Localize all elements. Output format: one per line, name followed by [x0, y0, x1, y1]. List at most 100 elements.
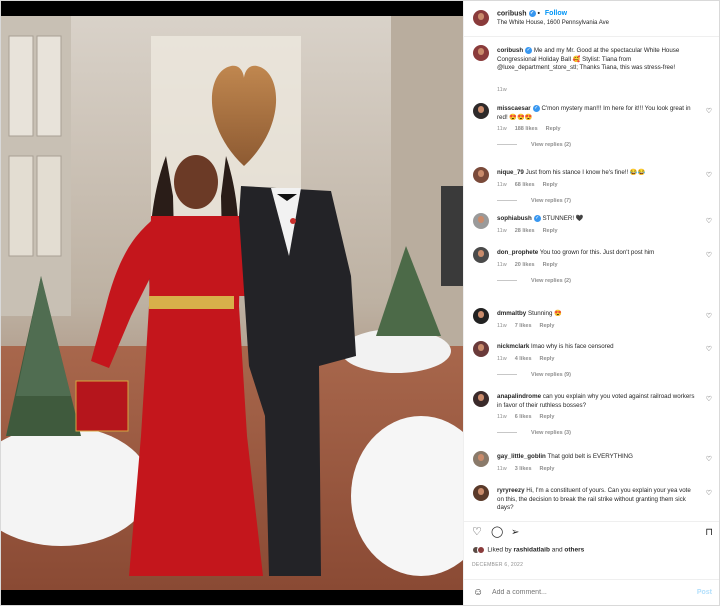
follow-button[interactable]: Follow	[545, 10, 567, 17]
commenter-avatar[interactable]	[473, 247, 489, 263]
bottom-letterbox	[1, 590, 463, 605]
view-replies-button[interactable]: View replies (2)	[497, 278, 571, 284]
view-replies-button[interactable]: View replies (7)	[497, 198, 571, 204]
comment-time: 11w	[497, 261, 507, 268]
comment-text: lmao why is his face censored	[531, 343, 614, 350]
author-username[interactable]: coribush	[497, 10, 527, 17]
paper-plane-icon[interactable]: ➢	[511, 527, 519, 538]
comment-like-count[interactable]: 6 likes	[515, 414, 532, 420]
comment-body: ryryreezy Hi, I'm a constituent of yours…	[497, 487, 697, 513]
comment-body: nique_79 Just from his stance I know he'…	[497, 169, 697, 178]
comment-bubble-icon[interactable]: ◯	[491, 527, 503, 538]
comment-like-heart-icon[interactable]: ♡	[706, 107, 712, 115]
commenter-avatar[interactable]	[473, 167, 489, 183]
comment-body: misscaesar ✓ C'mon mystery man!!! Im here…	[497, 105, 697, 122]
commenter-avatar[interactable]	[473, 213, 489, 229]
comment-like-count[interactable]: 7 likes	[515, 323, 532, 329]
liked-by-user[interactable]: rashidatlaib	[513, 547, 549, 554]
caption-avatar[interactable]	[473, 45, 489, 61]
comment-like-count[interactable]: 68 likes	[515, 182, 535, 188]
comment-text: You too grown for this. Just don't post …	[539, 249, 655, 256]
comment-username[interactable]: anapalindrome	[497, 393, 541, 400]
post-location[interactable]: The White House, 1600 Pennsylvania Ave	[497, 20, 609, 26]
comment-like-heart-icon[interactable]: ♡	[706, 455, 712, 463]
commenter-avatar[interactable]	[473, 485, 489, 501]
comment-like-heart-icon[interactable]: ♡	[706, 171, 712, 179]
commenter-avatar[interactable]	[473, 103, 489, 119]
comment-username[interactable]: nickmclark	[497, 343, 529, 350]
caption-body: coribush ✓ Me and my Mr. Good at the spec…	[497, 47, 697, 73]
reply-button[interactable]: Reply	[546, 126, 561, 132]
comment-time: 11w	[497, 355, 507, 362]
comment-username[interactable]: nique_79	[497, 169, 524, 176]
liked-by: Liked by rashidatlaib and others	[472, 546, 584, 554]
comment-body: sophiabush ✓ STUNNER! 🖤	[497, 215, 697, 224]
view-replies-button[interactable]: View replies (9)	[497, 372, 571, 378]
comment-like-count[interactable]: 3 likes	[515, 466, 532, 472]
reply-button[interactable]: Reply	[543, 182, 558, 188]
comment-like-count[interactable]: 188 likes	[515, 126, 538, 132]
reply-button[interactable]: Reply	[540, 466, 555, 472]
liked-by-others[interactable]: others	[564, 547, 584, 554]
comment-text: That gold belt is EVERYTHING	[547, 453, 633, 460]
comment-meta: 11w 4 likes Reply	[497, 356, 563, 362]
comment-meta: 11w 188 likes Reply	[497, 126, 569, 132]
comment-like-count[interactable]: 20 likes	[515, 262, 535, 268]
comment-text: Just from his stance I know he's fine!! …	[525, 169, 646, 176]
post-header: coribush ✓ • Follow The White House, 1600…	[464, 1, 719, 37]
add-comment-input[interactable]	[492, 589, 672, 596]
photo-illustration	[1, 16, 463, 590]
comment-like-heart-icon[interactable]: ♡	[706, 395, 712, 403]
comments-list[interactable]: coribush ✓ Me and my Mr. Good at the spec…	[464, 41, 719, 517]
comment-username[interactable]: misscaesar	[497, 105, 531, 112]
author-avatar[interactable]	[473, 10, 489, 26]
comment-username[interactable]: don_prophete	[497, 249, 538, 256]
comment-like-heart-icon[interactable]: ♡	[706, 489, 712, 497]
replies-divider	[497, 279, 517, 281]
verified-badge-icon: ✓	[533, 215, 541, 222]
view-replies-button[interactable]: View replies (3)	[497, 430, 571, 436]
comment-username[interactable]: gay_little_goblin	[497, 453, 546, 460]
post-photo[interactable]	[1, 16, 463, 590]
comment-username[interactable]: dmmaltby	[497, 310, 526, 317]
caption-username[interactable]: coribush	[497, 47, 523, 54]
reply-button[interactable]: Reply	[540, 414, 555, 420]
reply-button[interactable]: Reply	[540, 356, 555, 362]
reply-button[interactable]: Reply	[543, 228, 558, 234]
commenter-avatar[interactable]	[473, 341, 489, 357]
comment-like-count[interactable]: 4 likes	[515, 356, 532, 362]
liked-by-prefix: Liked by	[487, 546, 512, 554]
comment-panel: coribush ✓ • Follow The White House, 1600…	[463, 1, 719, 605]
verified-badge-icon: ✓	[528, 10, 536, 17]
view-replies-label: View replies (7)	[531, 197, 571, 204]
post-comment-button[interactable]: Post	[697, 589, 712, 596]
comment-like-heart-icon[interactable]: ♡	[706, 312, 712, 320]
commenter-avatar[interactable]	[473, 451, 489, 467]
comment-username[interactable]: ryryreezy	[497, 487, 525, 494]
commenter-avatar[interactable]	[473, 308, 489, 324]
comment-body: don_prophete You too grown for this. Jus…	[497, 249, 697, 258]
bookmark-icon[interactable]: ⊓	[705, 527, 713, 538]
view-replies-label: View replies (9)	[531, 371, 571, 378]
comment-time: 11w	[497, 414, 507, 420]
action-bar: ♡ ◯ ➢ ⊓	[464, 521, 719, 541]
reply-button[interactable]: Reply	[540, 323, 555, 329]
comment-like-count[interactable]: 28 likes	[515, 228, 535, 234]
like-heart-icon[interactable]: ♡	[472, 527, 482, 538]
comment-body: nickmclark lmao why is his face censored	[497, 343, 697, 352]
commenter-avatar[interactable]	[473, 391, 489, 407]
verified-badge-icon: ✓	[532, 105, 540, 112]
view-replies-button[interactable]: View replies (2)	[497, 142, 571, 148]
author-name-row: coribush ✓ • Follow	[497, 10, 568, 18]
comment-username[interactable]: sophiabush	[497, 215, 532, 222]
verified-badge-icon: ✓	[525, 47, 533, 54]
comment-like-heart-icon[interactable]: ♡	[706, 251, 712, 259]
comment-like-heart-icon[interactable]: ♡	[706, 217, 712, 225]
replies-divider	[497, 144, 517, 146]
reply-button[interactable]: Reply	[543, 262, 558, 268]
smiley-icon[interactable]: ☺	[473, 587, 483, 598]
comment-text: STUNNER! 🖤	[542, 215, 584, 223]
comment-like-heart-icon[interactable]: ♡	[706, 345, 712, 353]
comment-time: 11w	[497, 126, 507, 132]
liked-by-and: and	[551, 546, 563, 554]
